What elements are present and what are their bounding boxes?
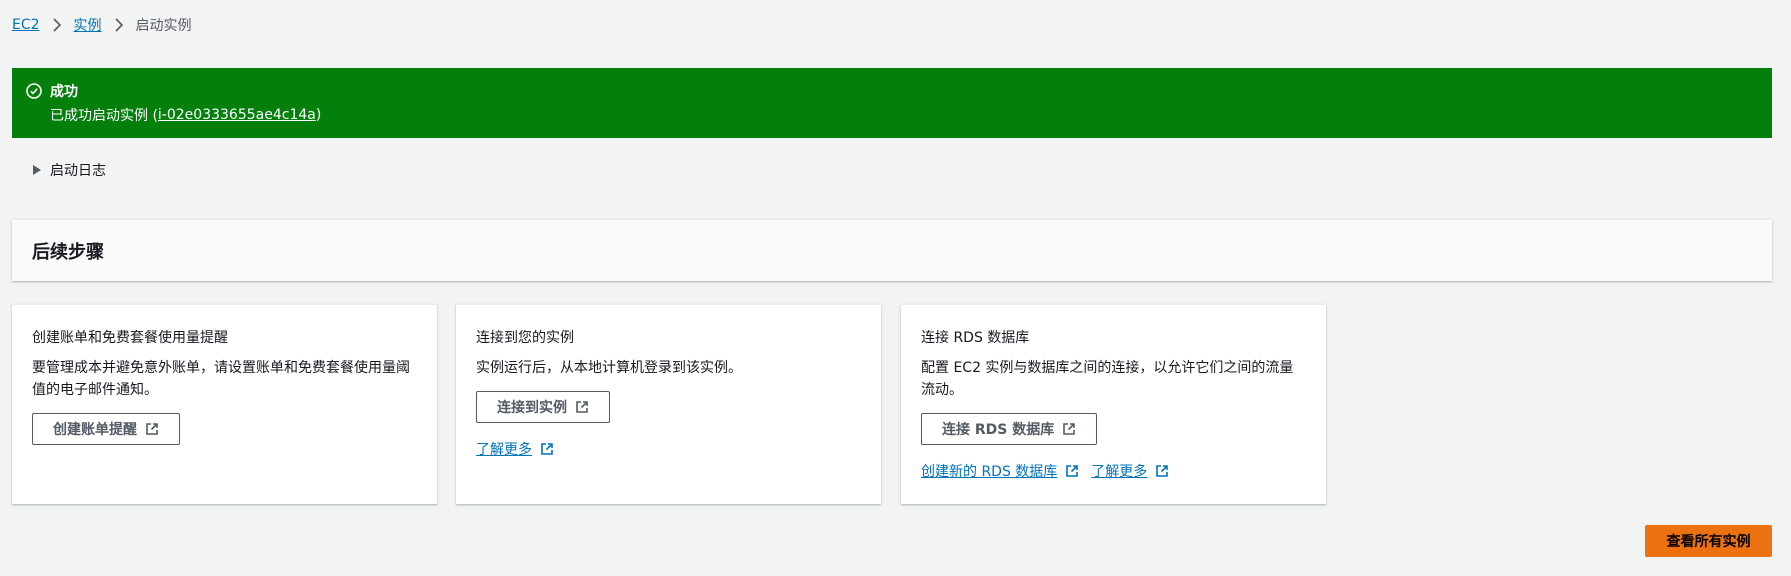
view-all-instances-button[interactable]: 查看所有实例 xyxy=(1645,525,1772,557)
link-label: 创建新的 RDS 数据库 xyxy=(921,464,1058,480)
card-title: 创建账单和免费套餐使用量提醒 xyxy=(32,330,228,346)
link-label: 了解更多 xyxy=(1091,464,1148,480)
breadcrumb-link-ec2[interactable]: EC2 xyxy=(12,17,40,33)
flash-message-prefix: 已成功启动实例 ( xyxy=(50,108,158,124)
breadcrumb: EC2 实例 启动实例 xyxy=(12,14,192,36)
launch-log-expander[interactable]: 启动日志 xyxy=(32,160,106,180)
external-link-icon xyxy=(146,423,158,435)
external-link-icon xyxy=(1066,465,1079,477)
launch-log-label: 启动日志 xyxy=(50,163,106,179)
external-link-icon xyxy=(541,443,553,455)
connect-instance-button[interactable]: 连接到实例 xyxy=(476,391,610,423)
chevron-right-icon xyxy=(52,18,62,32)
create-rds-link[interactable]: 创建新的 RDS 数据库 xyxy=(921,461,1079,481)
external-link-icon xyxy=(576,401,588,413)
flash-message: 已成功启动实例 (i-02e0333655ae4c14a) xyxy=(50,105,1758,125)
card-description: 配置 EC2 实例与数据库之间的连接，以允许它们之间的流量流动。 xyxy=(921,360,1294,398)
external-link-icon xyxy=(1156,465,1169,477)
next-steps-title: 后续步骤 xyxy=(32,241,104,263)
caret-right-icon xyxy=(33,165,41,175)
chevron-right-icon xyxy=(114,18,124,32)
connect-instance-card: 连接到您的实例 实例运行后，从本地计算机登录到该实例。 连接到实例 了解更多 xyxy=(456,304,881,504)
learn-more-link[interactable]: 了解更多 xyxy=(1091,461,1169,481)
flash-title: 成功 xyxy=(50,84,78,100)
breadcrumb-current: 启动实例 xyxy=(135,18,192,34)
external-link-icon xyxy=(1063,423,1076,435)
flash-header: 成功 xyxy=(26,81,1758,101)
create-billing-alert-button[interactable]: 创建账单提醒 xyxy=(32,413,180,445)
success-flash: 成功 已成功启动实例 (i-02e0333655ae4c14a) xyxy=(12,68,1772,138)
card-title: 连接到您的实例 xyxy=(476,330,574,346)
button-label: 连接 RDS 数据库 xyxy=(942,422,1055,438)
learn-more-link[interactable]: 了解更多 xyxy=(476,439,554,459)
check-circle-icon xyxy=(26,83,42,99)
instance-id-link[interactable]: i-02e0333655ae4c14a xyxy=(158,107,316,123)
connect-rds-button[interactable]: 连接 RDS 数据库 xyxy=(921,413,1098,445)
next-steps-panel: 后续步骤 xyxy=(12,219,1772,281)
card-title: 连接 RDS 数据库 xyxy=(921,330,1030,346)
flash-message-suffix: ) xyxy=(315,107,322,123)
billing-alert-card: 创建账单和免费套餐使用量提醒 要管理成本并避免意外账单，请设置账单和免费套餐使用… xyxy=(12,304,437,504)
card-description: 实例运行后，从本地计算机登录到该实例。 xyxy=(476,360,742,376)
card-description: 要管理成本并避免意外账单，请设置账单和免费套餐使用量阈值的电子邮件通知。 xyxy=(32,360,410,398)
link-label: 了解更多 xyxy=(476,442,532,458)
connect-rds-card: 连接 RDS 数据库 配置 EC2 实例与数据库之间的连接，以允许它们之间的流量… xyxy=(901,304,1326,504)
button-label: 连接到实例 xyxy=(497,400,567,416)
button-label: 创建账单提醒 xyxy=(53,422,137,438)
breadcrumb-link-instances[interactable]: 实例 xyxy=(74,15,102,35)
